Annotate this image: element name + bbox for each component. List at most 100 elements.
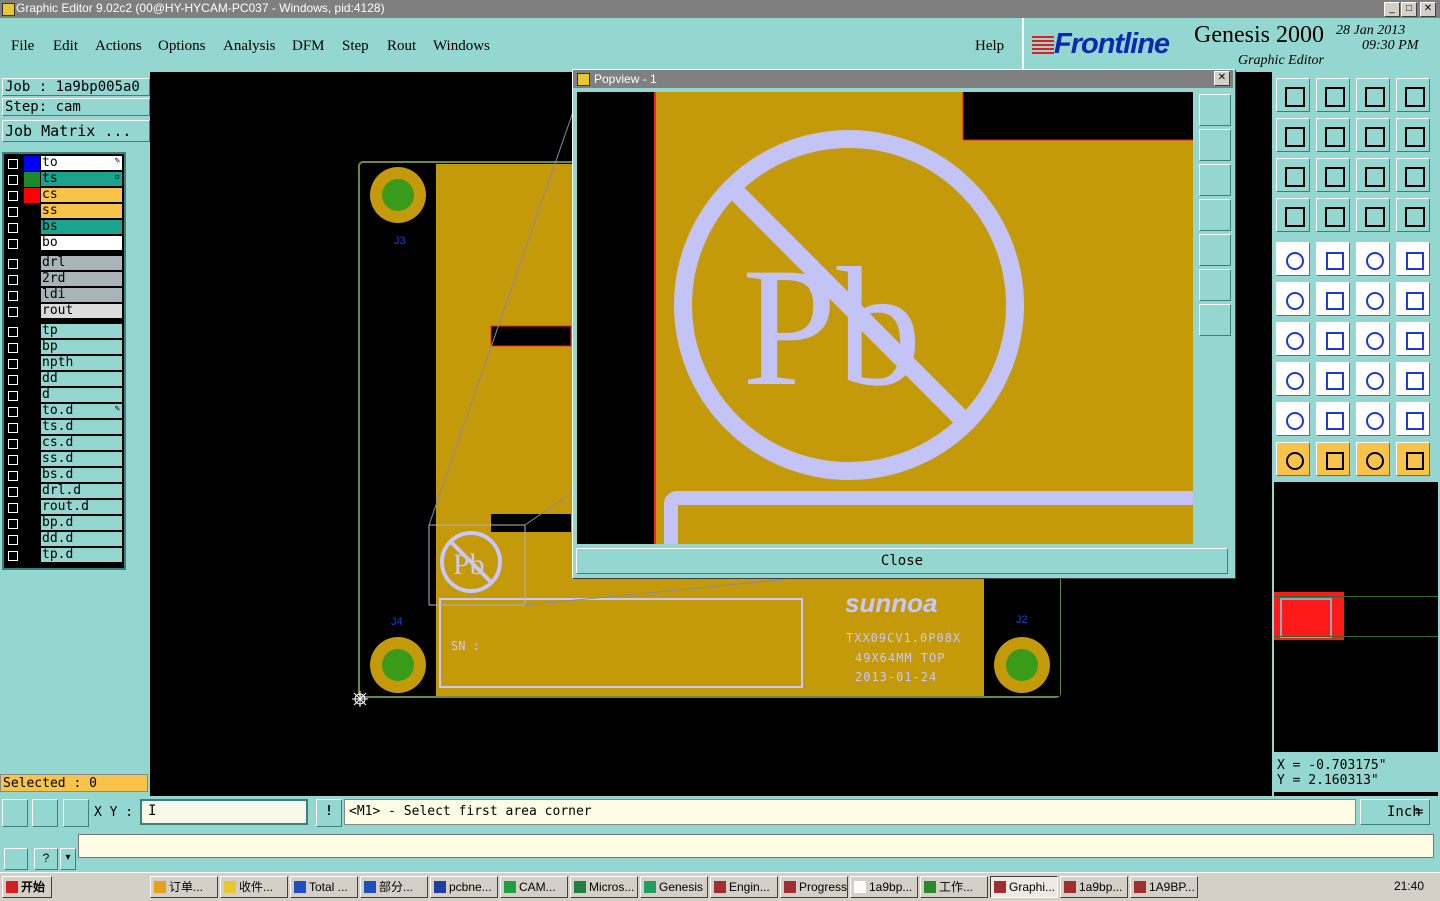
layer-name[interactable]: to.d bbox=[41, 404, 122, 418]
layer-checkbox[interactable] bbox=[8, 519, 18, 529]
layer-row-to-d[interactable]: to.d ✎ bbox=[4, 404, 122, 419]
layer-color-swatch[interactable] bbox=[24, 516, 40, 531]
taskbar-button[interactable]: 1A9BP... bbox=[1130, 876, 1198, 898]
layer-row-ss[interactable]: ss bbox=[4, 204, 122, 219]
popview-close-button[interactable]: Close bbox=[576, 548, 1228, 574]
tri-1-tool-icon[interactable] bbox=[1276, 402, 1310, 436]
layer-checkbox[interactable] bbox=[8, 191, 18, 201]
layer-row-ss-d[interactable]: ss.d bbox=[4, 452, 122, 467]
start-button[interactable]: 开始 bbox=[2, 876, 52, 898]
layer-color-swatch[interactable] bbox=[24, 220, 40, 235]
taskbar-button[interactable]: 收件... bbox=[220, 876, 288, 898]
close-window-button[interactable]: ✕ bbox=[1420, 2, 1436, 17]
area-select-button[interactable] bbox=[2, 799, 28, 827]
snap-red-2-tool-icon[interactable] bbox=[1396, 198, 1430, 232]
layer-name[interactable]: ts.d bbox=[41, 420, 122, 434]
layer-name[interactable]: tp.d bbox=[41, 548, 122, 562]
taskbar-button[interactable]: pcbne... bbox=[430, 876, 498, 898]
layer-color-swatch[interactable] bbox=[24, 500, 40, 515]
pointer-1-tool-icon[interactable] bbox=[1276, 442, 1310, 476]
home-tool-icon[interactable] bbox=[1356, 78, 1390, 112]
home-down-tool-icon[interactable] bbox=[1316, 78, 1350, 112]
layer-color-swatch[interactable] bbox=[24, 404, 40, 419]
taskbar-button[interactable]: 1a9bp... bbox=[850, 876, 918, 898]
layer-checkbox[interactable] bbox=[8, 407, 18, 417]
maximize-button[interactable]: □ bbox=[1401, 2, 1417, 17]
layer-color-swatch[interactable] bbox=[24, 236, 40, 251]
layer-row-dd-d[interactable]: dd.d bbox=[4, 532, 122, 547]
taskbar-button[interactable]: 1a9bp... bbox=[1060, 876, 1128, 898]
layer-color-swatch[interactable] bbox=[24, 256, 40, 271]
layer-color-swatch[interactable] bbox=[24, 272, 40, 287]
layer-name[interactable]: to bbox=[41, 156, 122, 170]
layer-checkbox[interactable] bbox=[8, 375, 18, 385]
layer-color-swatch[interactable] bbox=[24, 468, 40, 483]
layer-checkbox[interactable] bbox=[8, 343, 18, 353]
layer-color-swatch[interactable] bbox=[24, 548, 40, 563]
overview-viewport[interactable] bbox=[1280, 598, 1332, 638]
layer-color-swatch[interactable] bbox=[24, 156, 40, 171]
layer-row-dd[interactable]: dd bbox=[4, 372, 122, 387]
popview-tool-1[interactable] bbox=[1199, 94, 1231, 126]
dash-tool-icon[interactable] bbox=[1316, 362, 1350, 396]
layer-name[interactable]: bs bbox=[41, 220, 122, 234]
ratio-tool-icon[interactable] bbox=[1356, 158, 1390, 192]
layer-name[interactable]: bs.d bbox=[41, 468, 122, 482]
fit-tool-icon[interactable] bbox=[1276, 158, 1310, 192]
layer-row-drl-d[interactable]: drl.d bbox=[4, 484, 122, 499]
layer-color-swatch[interactable] bbox=[24, 484, 40, 499]
cross-tool-icon[interactable] bbox=[1316, 282, 1350, 316]
dot-tool-tool-icon[interactable] bbox=[1276, 242, 1310, 276]
exclamation-button[interactable]: ! bbox=[316, 799, 342, 827]
layer-row-rout[interactable]: rout bbox=[4, 304, 122, 319]
pointer-2-tool-icon[interactable] bbox=[1316, 442, 1350, 476]
layer-checkbox[interactable] bbox=[8, 275, 18, 285]
layer-checkbox[interactable] bbox=[8, 455, 18, 465]
layer-row-bp[interactable]: bp bbox=[4, 340, 122, 355]
taskbar-button[interactable]: Micros... bbox=[570, 876, 638, 898]
taskbar-button[interactable]: Genesis bbox=[640, 876, 708, 898]
taskbar-button[interactable]: Graphi... bbox=[990, 876, 1058, 898]
layer-checkbox[interactable] bbox=[8, 503, 18, 513]
taskbar-button[interactable]: 工作... bbox=[920, 876, 988, 898]
layer-row-ts-d[interactable]: ts.d bbox=[4, 420, 122, 435]
layer-row-cs-d[interactable]: cs.d bbox=[4, 436, 122, 451]
popview-tool-6[interactable] bbox=[1199, 269, 1231, 301]
layer-checkbox[interactable] bbox=[8, 259, 18, 269]
layer-checkbox[interactable] bbox=[8, 175, 18, 185]
layer-checkbox[interactable] bbox=[8, 207, 18, 217]
layer-row-ldi[interactable]: ldi bbox=[4, 288, 122, 303]
layer-color-swatch[interactable] bbox=[24, 340, 40, 355]
popview-tool-7[interactable] bbox=[1199, 304, 1231, 336]
taskbar-button[interactable]: 部分... bbox=[360, 876, 428, 898]
taskbar-button[interactable]: Progress bbox=[780, 876, 848, 898]
layer-checkbox[interactable] bbox=[8, 423, 18, 433]
popview-window[interactable]: Popview - 1 ✕ Pb Close bbox=[572, 69, 1236, 579]
menu-dfm[interactable]: DFM bbox=[292, 38, 325, 55]
tri-2-tool-icon[interactable] bbox=[1316, 402, 1350, 436]
menu-actions[interactable]: Actions bbox=[95, 38, 142, 55]
layer-color-swatch[interactable] bbox=[24, 388, 40, 403]
popview-close-icon[interactable]: ✕ bbox=[1214, 71, 1230, 86]
layer-name[interactable]: ss.d bbox=[41, 452, 122, 466]
layer-checkbox[interactable] bbox=[8, 487, 18, 497]
menu-help[interactable]: Help bbox=[975, 38, 1004, 55]
layer-name[interactable]: bp bbox=[41, 340, 122, 354]
layer-checkbox[interactable] bbox=[8, 439, 18, 449]
layer-checkbox[interactable] bbox=[8, 551, 18, 561]
layer-checkbox[interactable] bbox=[8, 223, 18, 233]
layer-name[interactable]: bo bbox=[41, 236, 122, 250]
layer-name[interactable]: bp.d bbox=[41, 516, 122, 530]
minimize-button[interactable]: _ bbox=[1384, 2, 1400, 17]
layer-name[interactable]: dd.d bbox=[41, 532, 122, 546]
angle-tool-icon[interactable] bbox=[1276, 322, 1310, 356]
layer-color-swatch[interactable] bbox=[24, 420, 40, 435]
layer-name[interactable]: rout bbox=[41, 304, 122, 318]
layer-row-bs-d[interactable]: bs.d bbox=[4, 468, 122, 483]
menu-rout[interactable]: Rout bbox=[387, 38, 416, 55]
xy-input[interactable]: I bbox=[140, 799, 308, 825]
zoom-center-tool-icon[interactable] bbox=[1316, 158, 1350, 192]
layer-name[interactable]: d bbox=[41, 388, 122, 402]
grid-tool-icon[interactable] bbox=[1316, 198, 1350, 232]
layer-row-npth[interactable]: npth bbox=[4, 356, 122, 371]
